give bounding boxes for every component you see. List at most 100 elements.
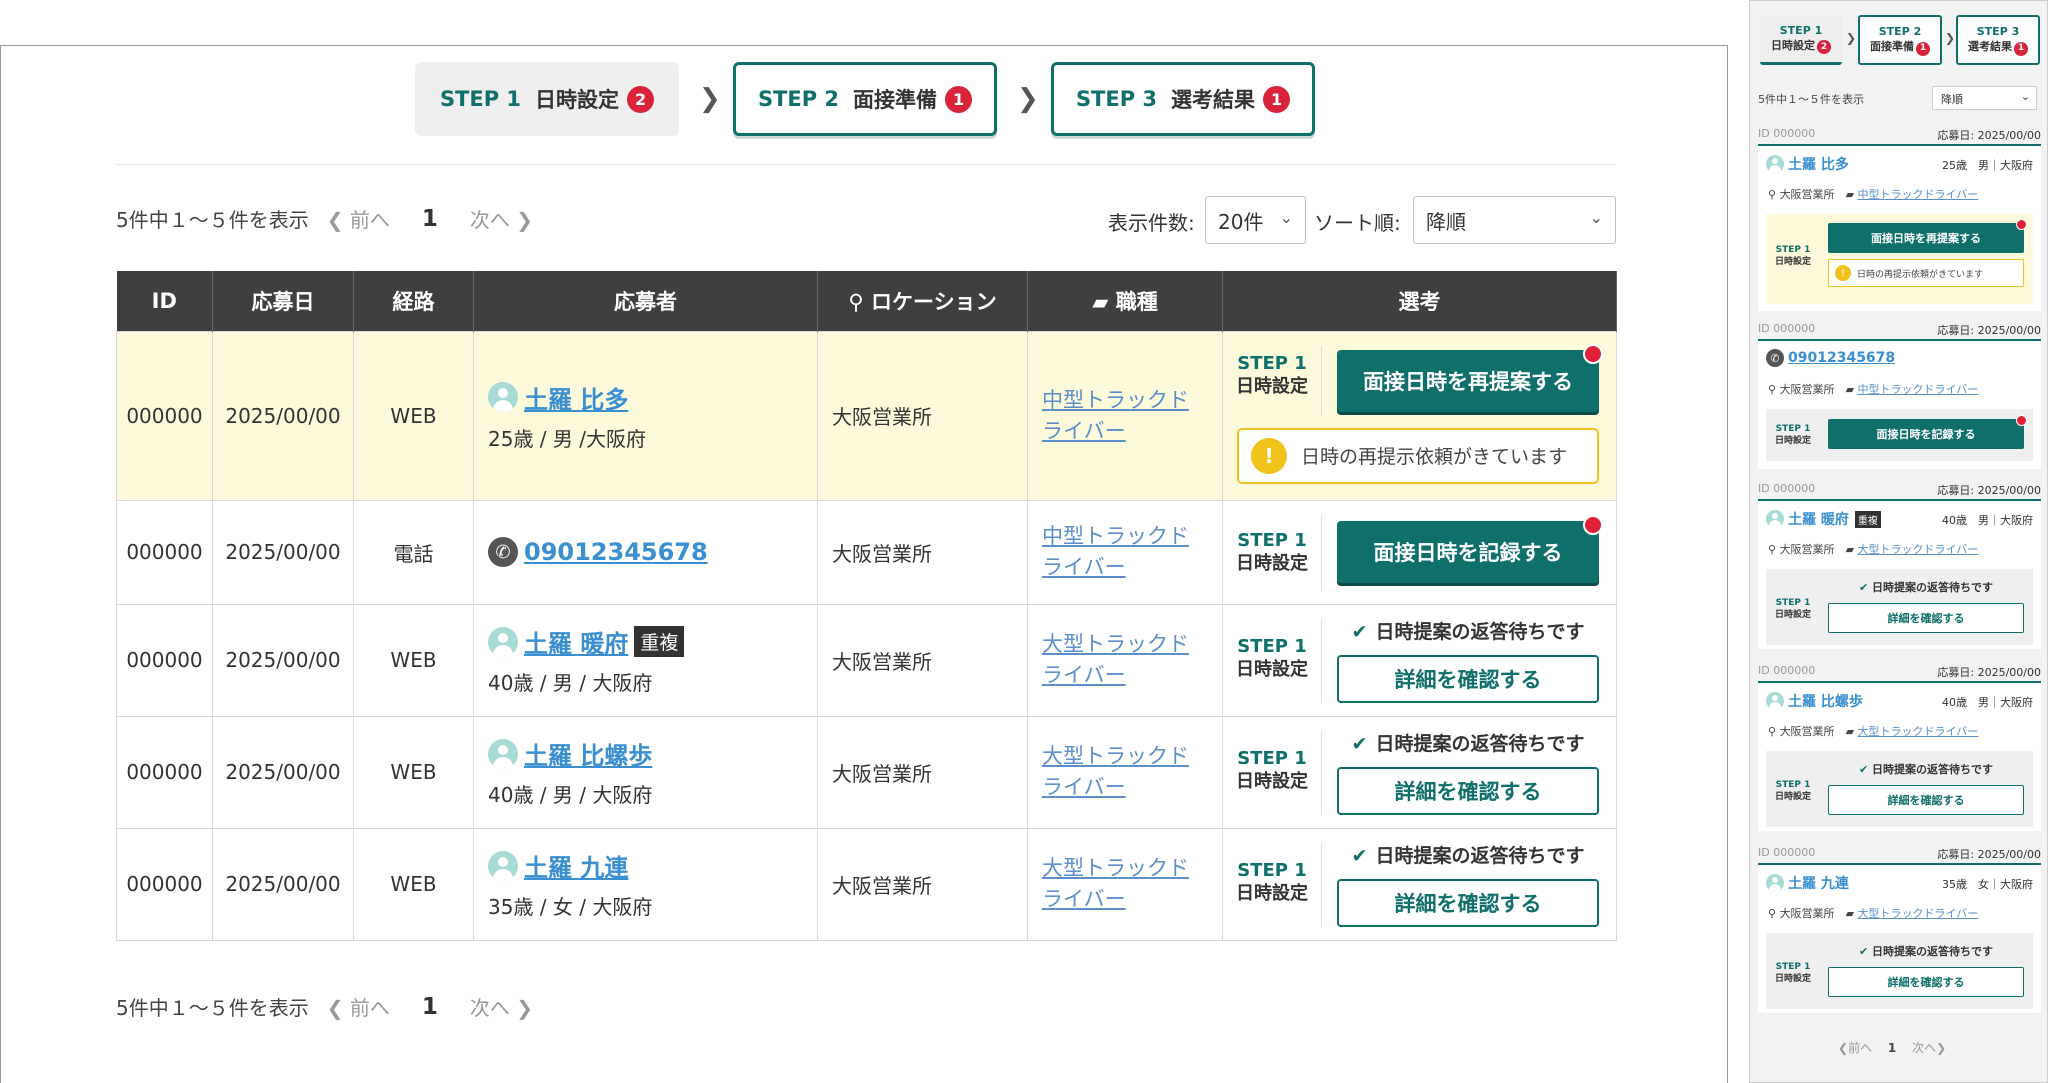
job-link[interactable]: 大型トラックドライバー: [1858, 907, 1979, 920]
view-detail-button[interactable]: 詳細を確認する: [1337, 878, 1599, 927]
job-link[interactable]: 大型トラックド: [1042, 744, 1189, 768]
applicant-link[interactable]: 土羅 暖府: [524, 624, 628, 659]
applicant-link[interactable]: 土羅 暖府: [1788, 509, 1849, 529]
view-detail-button[interactable]: 詳細を確認する: [1828, 785, 2024, 815]
step-indicator: STEP 1 日時設定: [1774, 962, 1811, 984]
record-interview-button[interactable]: 面接日時を記録する: [1828, 415, 2027, 449]
job-link[interactable]: ライバー: [1042, 555, 1126, 579]
card-name: 土羅 比螺歩: [1766, 691, 1863, 711]
job-link[interactable]: 中型トラックド: [1042, 524, 1189, 548]
record-interview-button[interactable]: 面接日時を記録する: [1337, 514, 1603, 583]
chevron-right-icon: ❯: [1017, 84, 1039, 114]
card-location-job: ⚲ 大阪営業所 ▰ 大型トラックドライバー: [1768, 725, 1979, 738]
job-link[interactable]: 大型トラックド: [1042, 632, 1189, 656]
applicant-info: 40歳 / 男 / 大阪府: [488, 783, 653, 807]
pagination-bottom: 5件中１～５件を表示 ❮ 前へ 1 次へ ❯: [116, 992, 533, 1021]
result-summary: 5件中１～５件を表示: [1758, 93, 1864, 106]
view-detail-button[interactable]: 詳細を確認する: [1828, 967, 2024, 997]
prev-link[interactable]: ❮ 前へ: [327, 992, 390, 1021]
check-icon: ✔: [1351, 844, 1368, 867]
card-name: ✆ 09012345678: [1766, 349, 1895, 367]
location-pin-icon: ⚲: [1768, 188, 1777, 201]
step-2-tab[interactable]: STEP 2 面接準備 1: [1858, 15, 1942, 65]
next-link[interactable]: 次へ ❯: [470, 204, 533, 233]
warning-box: ! 日時の再提示依頼がきています: [1828, 259, 2024, 287]
page-number[interactable]: 1: [1888, 1041, 1896, 1055]
col-date: 応募日: [212, 271, 354, 331]
applicant-link[interactable]: 土羅 比螺歩: [524, 736, 652, 771]
applicant-link[interactable]: 土羅 九連: [524, 848, 628, 883]
card-demographics: 40歳 男｜大阪府: [1942, 696, 2033, 709]
prev-link[interactable]: ❮ 前へ: [327, 204, 390, 233]
page-number[interactable]: 1: [422, 994, 438, 1020]
step-3-tab[interactable]: STEP 3 選考結果 1: [1956, 15, 2040, 65]
card-selection: STEP 1 日時設定 面接日時を再提案する ! 日時の再提示依頼がきています: [1766, 214, 2033, 304]
sort-select[interactable]: 降順 ⌄: [1413, 196, 1616, 244]
card-meta: ID 000000 応募日: 2025/00/00: [1758, 664, 2041, 679]
chevron-right-icon: ❯: [699, 84, 721, 114]
applicant-link[interactable]: 土羅 九連: [1788, 873, 1849, 893]
user-icon: [488, 850, 518, 881]
result-summary: 5件中１～５件を表示: [116, 996, 309, 1020]
sort-select[interactable]: 降順 ⌄: [1932, 86, 2037, 110]
cell-applicant: 土羅 比多 25歳 / 男 /大阪府: [473, 330, 818, 501]
step-indicator: STEP 1 日時設定: [1774, 780, 1811, 802]
table-row: 000000 2025/00/00 WEB 土羅 九連 35歳 / 女 / 大阪…: [116, 827, 1617, 941]
cell-job: 中型トラックド ライバー: [1027, 330, 1223, 501]
phone-link[interactable]: 09012345678: [1788, 350, 1895, 366]
job-link[interactable]: 中型トラックドライバー: [1858, 383, 1979, 396]
waiting-status: ✔ 日時提案の返答待ちです: [1351, 620, 1585, 643]
cell-location: 大阪営業所: [817, 603, 1028, 717]
prev-link[interactable]: ❮前へ: [1838, 1041, 1872, 1055]
next-link[interactable]: 次へ❯: [1912, 1041, 1946, 1055]
job-link[interactable]: 大型トラックド: [1042, 856, 1189, 880]
cell-applicant: 土羅 比螺歩 40歳 / 男 / 大阪府: [473, 715, 818, 829]
view-detail-button[interactable]: 詳細を確認する: [1828, 603, 2024, 633]
job-link[interactable]: ライバー: [1042, 775, 1126, 799]
divider: [1321, 345, 1322, 416]
job-link[interactable]: 大型トラックドライバー: [1858, 543, 1979, 556]
step-indicator: STEP 1 日時設定: [1236, 747, 1308, 792]
cell-date: 2025/00/00: [212, 499, 354, 605]
card-meta: ID 000000 応募日: 2025/00/00: [1758, 482, 2041, 497]
cell-selection: STEP 1 日時設定 面接日時を再提案する ! 日時の再提示依頼がきています: [1222, 330, 1617, 501]
page-number[interactable]: 1: [422, 206, 438, 232]
step-title: 日時設定: [535, 88, 620, 112]
card-demographics: 40歳 男｜大阪府: [1942, 514, 2033, 527]
step-1-tab[interactable]: STEP 1 日時設定 2: [415, 62, 679, 136]
chevron-down-icon: ⌄: [1279, 208, 1293, 227]
step-1-tab[interactable]: STEP 1 日時設定 2: [1760, 15, 1842, 65]
card-name: 土羅 九連: [1766, 873, 1849, 893]
view-detail-button[interactable]: 詳細を確認する: [1337, 766, 1599, 815]
step-indicator: STEP 1 日時設定: [1774, 245, 1811, 267]
repropose-interview-button[interactable]: 面接日時を再提案する: [1828, 219, 2027, 253]
count-badge: 1: [945, 85, 973, 113]
next-link[interactable]: 次へ ❯: [470, 992, 533, 1021]
mobile-view: STEP 1 日時設定 2 ❯ STEP 2 面接準備 1 ❯ STEP 3 選考結果 1 …: [1749, 0, 2048, 1083]
job-link[interactable]: 中型トラックド: [1042, 388, 1189, 412]
per-page-select[interactable]: 20件 ⌄: [1205, 196, 1306, 244]
card-selection: STEP 1 日時設定 面接日時を記録する: [1766, 409, 2033, 461]
check-icon: ✔: [1858, 581, 1869, 594]
job-link[interactable]: 中型トラックドライバー: [1858, 188, 1979, 201]
user-icon: [1766, 510, 1784, 528]
applicant-link[interactable]: 土羅 比螺歩: [1788, 691, 1863, 711]
phone-icon: ✆: [488, 537, 518, 567]
repropose-interview-button[interactable]: 面接日時を再提案する: [1337, 343, 1603, 412]
job-link[interactable]: 大型トラックドライバー: [1858, 725, 1979, 738]
cell-route: WEB: [353, 603, 474, 717]
step-3-tab[interactable]: STEP 3 選考結果 1: [1051, 62, 1315, 136]
applicant-link[interactable]: 土羅 比多: [524, 380, 628, 415]
job-link[interactable]: ライバー: [1042, 887, 1126, 911]
view-detail-button[interactable]: 詳細を確認する: [1337, 654, 1599, 703]
job-link[interactable]: ライバー: [1042, 663, 1126, 687]
job-link[interactable]: ライバー: [1042, 419, 1126, 443]
notification-dot: [2016, 219, 2027, 230]
location-pin-icon: ⚲: [1768, 907, 1777, 920]
step-2-tab[interactable]: STEP 2 面接準備 1: [733, 62, 997, 136]
col-id: ID: [116, 271, 213, 331]
check-icon: ✔: [1351, 620, 1368, 643]
applicant-link[interactable]: 土羅 比多: [1788, 154, 1849, 174]
table-header: ID 応募日 経路 応募者 ⚲ ロケーション ▰ 職種 選考: [116, 271, 1617, 331]
phone-link[interactable]: 09012345678: [524, 538, 708, 566]
